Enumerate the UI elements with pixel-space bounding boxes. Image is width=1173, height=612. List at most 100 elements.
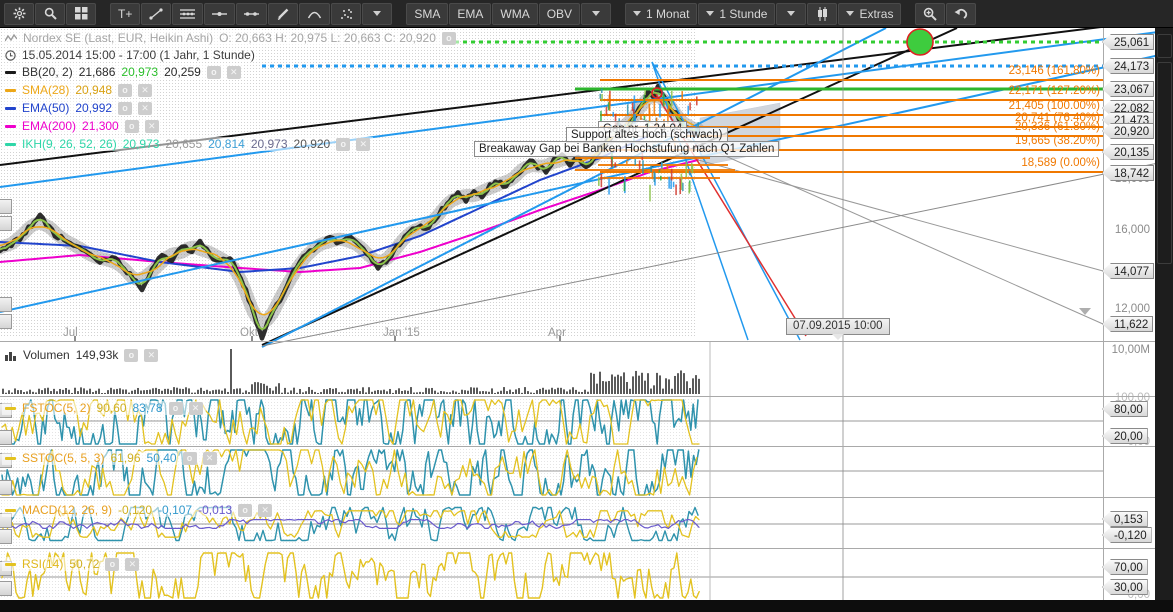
toolbar-button-label: OBV — [547, 7, 572, 21]
price-tag-20,135[interactable]: 20,135 — [1102, 144, 1154, 160]
indicator-settings-button[interactable]: o — [124, 349, 138, 362]
toolbar-button-search[interactable] — [35, 3, 65, 25]
indicator-close-button[interactable]: ✕ — [138, 102, 152, 115]
price-tag-20,920[interactable]: 20,920 — [1102, 123, 1154, 139]
toolbar-button-1-monat[interactable]: 1 Monat — [625, 3, 697, 25]
toolbar-button-hray[interactable] — [236, 3, 267, 25]
indicator-value: 149,93k — [76, 348, 119, 362]
fib-level-label: 20,336 (61.80%) — [900, 121, 1100, 133]
chevron-down-icon — [846, 11, 854, 16]
toolbar-button-trendline[interactable] — [141, 3, 171, 25]
indicator-tag--0,120[interactable]: -0,120 — [1102, 527, 1152, 543]
indicator-settings-button[interactable]: o — [336, 138, 350, 151]
toolbar-button-caret[interactable] — [581, 3, 611, 25]
toolbar-button-1-stunde[interactable]: 1 Stunde — [698, 3, 775, 25]
indicator-tag-0,153[interactable]: 0,153 — [1102, 511, 1148, 527]
fib-level-label: 22,171 (127.20%) — [900, 85, 1100, 97]
left-edge-tag — [0, 529, 12, 544]
hray-icon — [244, 10, 259, 18]
indicator-tag-20,00[interactable]: 20,00 — [1102, 428, 1148, 444]
indicator-name: SSTOC(5, 5, 3) — [22, 451, 104, 465]
toolbar-button-hline[interactable] — [204, 3, 235, 25]
indicator-tag-70,00[interactable]: 70,00 — [1102, 559, 1148, 575]
chart-annotation[interactable]: Breakaway Gap bei Banken Hochstufung nac… — [474, 141, 779, 157]
left-edge-tag — [0, 314, 12, 329]
left-edge-tag — [0, 581, 12, 596]
indicator-settings-button[interactable]: o — [118, 102, 132, 115]
price-tag-11,622[interactable]: 11,622 — [1102, 316, 1153, 332]
indicator-close-button[interactable]: ✕ — [138, 84, 152, 97]
indicator-close-button[interactable]: ✕ — [145, 120, 159, 133]
indicator-value: -0,120 — [118, 503, 152, 517]
toolbar-button-pattern[interactable] — [331, 3, 361, 25]
indicator-close-button[interactable]: ✕ — [189, 402, 203, 415]
price-tag-18,742[interactable]: 18,742 — [1102, 165, 1154, 181]
toolbar-button-t+[interactable]: T+ — [110, 3, 140, 25]
toolbar-button-ema[interactable]: EMA — [449, 3, 491, 25]
indicator-settings-button[interactable]: o — [169, 402, 183, 415]
indicator-close-button[interactable]: ✕ — [203, 452, 217, 465]
trendline-icon — [149, 8, 163, 20]
indicator-tag-80,00[interactable]: 80,00 — [1102, 401, 1148, 417]
main-toolbar: T+ SMA EMA WMA OBV 1 Monat1 Stunde Extras — [0, 0, 1173, 28]
toolbar-button-wma[interactable]: WMA — [492, 3, 537, 25]
legend-settings-button[interactable]: o — [442, 32, 456, 45]
toolbar-button-label: WMA — [500, 7, 529, 21]
legend-swatch — [5, 563, 16, 566]
price-tag-25,061[interactable]: 25,061 — [1102, 34, 1154, 50]
indicator-value: 20,973 — [123, 137, 160, 151]
toolbar-button-fibonacci[interactable] — [172, 3, 203, 25]
toolbar-button-zoom-in[interactable] — [915, 3, 945, 25]
toolbar-button-caret[interactable] — [776, 3, 806, 25]
indicator-settings-button[interactable]: o — [105, 558, 119, 571]
indicator-close-button[interactable]: ✕ — [125, 558, 139, 571]
toolbar-button-caret[interactable] — [362, 3, 392, 25]
toolbar-button-undo[interactable] — [946, 3, 976, 25]
indicator-settings-button[interactable]: o — [238, 504, 252, 517]
toolbar-button-obv[interactable]: OBV — [539, 3, 580, 25]
indicator-close-button[interactable]: ✕ — [356, 138, 370, 151]
indicator-value: 20,992 — [75, 101, 112, 115]
indicator-value: 20,948 — [75, 83, 112, 97]
toolbar-button-label: SMA — [414, 7, 440, 21]
fibonacci-icon — [180, 8, 195, 20]
legend-swatch — [5, 457, 16, 460]
toolbar-group-timeframe: 1 Monat1 Stunde Extras — [625, 3, 901, 25]
left-edge-tag — [0, 216, 12, 231]
indicator-settings-button[interactable]: o — [125, 120, 139, 133]
toolbar-button-extras[interactable]: Extras — [838, 3, 901, 25]
candles-icon — [816, 7, 829, 21]
indicator-close-button[interactable]: ✕ — [144, 349, 158, 362]
indicator-value: 20,973 — [251, 137, 288, 151]
collapsed-side-panel[interactable] — [1155, 28, 1173, 612]
price-tag-24,173[interactable]: 24,173 — [1102, 58, 1154, 74]
x-axis-label-Okt: Okt — [240, 327, 258, 339]
indicator-tag-30,00[interactable]: 30,00 — [1102, 579, 1148, 595]
axis-tick-12,000: 12,000 — [1098, 303, 1150, 315]
indicator-value: 61,96 — [110, 451, 140, 465]
toolbar-button-candles[interactable] — [807, 3, 837, 25]
indicator-close-button[interactable]: ✕ — [227, 66, 241, 79]
toolbar-group-app — [4, 3, 96, 25]
toolbar-button-label: Extras — [859, 7, 893, 21]
toolbar-button-label: EMA — [457, 7, 483, 21]
indicator-settings-button[interactable]: o — [118, 84, 132, 97]
indicator-name: BB(20, 2) — [22, 65, 73, 79]
indicator-settings-button[interactable]: o — [207, 66, 221, 79]
toolbar-button-layout[interactable] — [66, 3, 96, 25]
side-panel-slot[interactable] — [1157, 62, 1172, 264]
search-icon — [44, 7, 57, 20]
price-tag-14,077[interactable]: 14,077 — [1102, 263, 1154, 279]
toolbar-button-gear[interactable] — [4, 3, 34, 25]
toolbar-button-pencil[interactable] — [268, 3, 298, 25]
fib-level-label: 19,665 (38.20%) — [900, 135, 1100, 147]
price-tag-23,067[interactable]: 23,067 — [1102, 81, 1154, 97]
side-panel-slot[interactable] — [1157, 34, 1172, 58]
indicator-settings-button[interactable]: o — [183, 452, 197, 465]
left-edge-tag — [0, 430, 12, 445]
toolbar-button-arc[interactable] — [299, 3, 330, 25]
toolbar-button-sma[interactable]: SMA — [406, 3, 448, 25]
volume-panel[interactable] — [0, 342, 1173, 396]
date-marker-tag[interactable]: 07.09.2015 10:00 — [786, 318, 890, 335]
indicator-close-button[interactable]: ✕ — [258, 504, 272, 517]
